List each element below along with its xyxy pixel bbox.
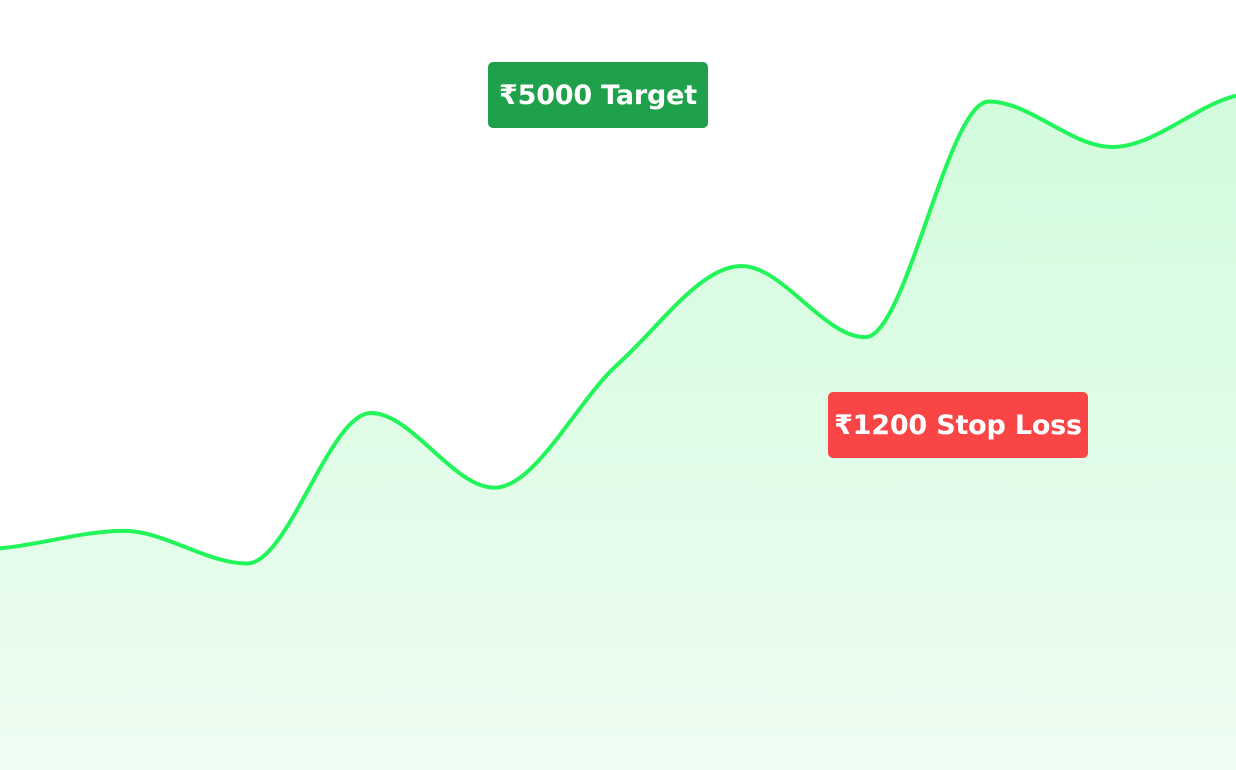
target-badge-label: ₹5000 Target (499, 79, 697, 111)
stop-loss-badge: ₹1200 Stop Loss (828, 392, 1088, 458)
stop-loss-badge-label: ₹1200 Stop Loss (834, 409, 1082, 441)
target-badge: ₹5000 Target (488, 62, 708, 128)
